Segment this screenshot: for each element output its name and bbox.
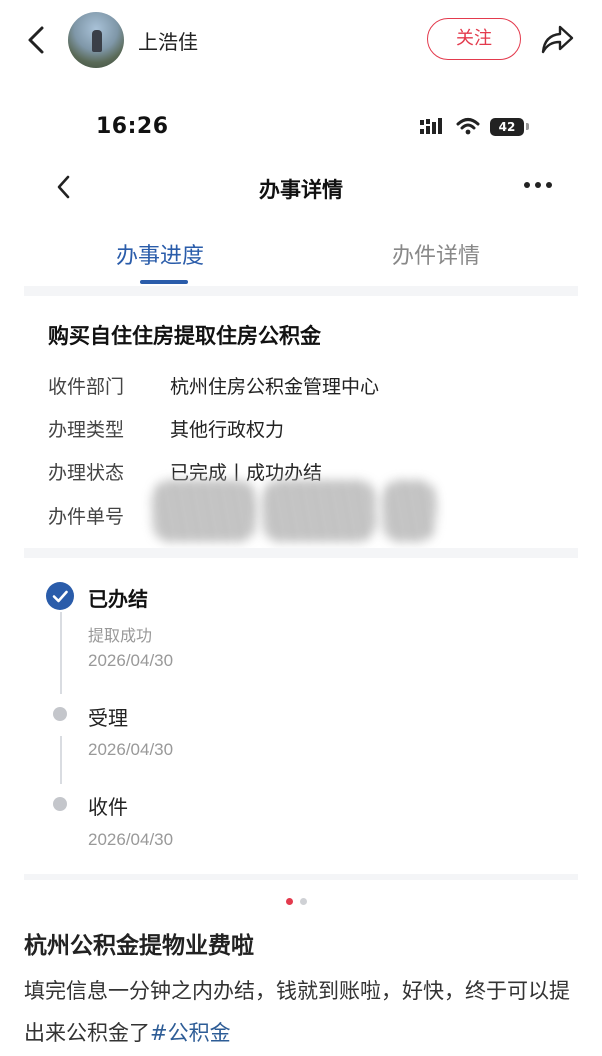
post-image: 16:26 42 办事详情 办事进度 办件详情 购买自住住房提取住房公积金 收件… [24, 88, 578, 880]
author-name[interactable]: 上浩佳 [138, 26, 198, 55]
more-options-icon[interactable] [524, 182, 554, 190]
redacted-case-number [152, 480, 256, 542]
post-body-text: 填完信息一分钟之内办结，钱就到账啦，好快，终于可以提出来公积金了 [24, 979, 570, 1045]
status-time: 16:26 [96, 114, 169, 139]
share-icon[interactable] [540, 22, 576, 56]
timeline-dot [53, 797, 67, 811]
redacted-case-number [262, 480, 376, 542]
post-title: 杭州公积金提物业费啦 [24, 933, 254, 959]
status-icons: 42 [420, 116, 530, 138]
status-label: 办理状态 [48, 462, 125, 484]
timeline-step-title: 已办结 [88, 587, 148, 611]
hashtag-link[interactable]: #公积金 [150, 1021, 231, 1045]
timeline-connector [60, 736, 62, 784]
active-tab-indicator [140, 280, 188, 284]
timeline-step-subtitle: 提取成功 [88, 626, 153, 645]
battery-tip [526, 123, 529, 130]
divider [24, 874, 578, 880]
timeline-step-date: 2026/04/30 [88, 651, 174, 670]
cellular-signal-icon [420, 118, 442, 134]
carousel-indicator [286, 898, 310, 906]
type-label: 办理类型 [48, 419, 125, 441]
back-arrow-icon[interactable] [22, 22, 54, 58]
timeline-step-title: 收件 [88, 795, 128, 819]
card-title: 购买自住住房提取住房公积金 [48, 324, 321, 348]
case-number-label: 办件单号 [48, 506, 125, 528]
timeline-step-date: 2026/04/30 [88, 830, 174, 849]
type-value: 其他行政权力 [170, 419, 285, 441]
top-app-bar: 上浩佳 关注 [0, 0, 602, 80]
divider [24, 286, 578, 296]
follow-button[interactable]: 关注 [427, 18, 521, 60]
timeline-step-title: 受理 [88, 706, 128, 730]
tab-progress[interactable]: 办事进度 [116, 238, 204, 270]
timeline-step-date: 2026/04/30 [88, 740, 174, 759]
post-body: 填完信息一分钟之内办结，钱就到账啦，好快，终于可以提出来公积金了#公积金 [24, 970, 580, 1054]
redacted-case-number [382, 480, 436, 542]
tab-details[interactable]: 办件详情 [392, 238, 480, 270]
carousel-dot [300, 898, 307, 905]
timeline-dot [53, 707, 67, 721]
timeline-connector [60, 612, 62, 694]
divider [24, 548, 578, 558]
completed-check-icon [46, 582, 74, 610]
department-value: 杭州住房公积金管理中心 [170, 376, 380, 398]
page-title: 办事详情 [259, 178, 343, 202]
battery-icon: 42 [490, 118, 524, 136]
author-avatar[interactable] [68, 12, 124, 68]
department-label: 收件部门 [48, 376, 125, 398]
wifi-icon [456, 118, 480, 135]
carousel-dot-active [286, 898, 293, 905]
